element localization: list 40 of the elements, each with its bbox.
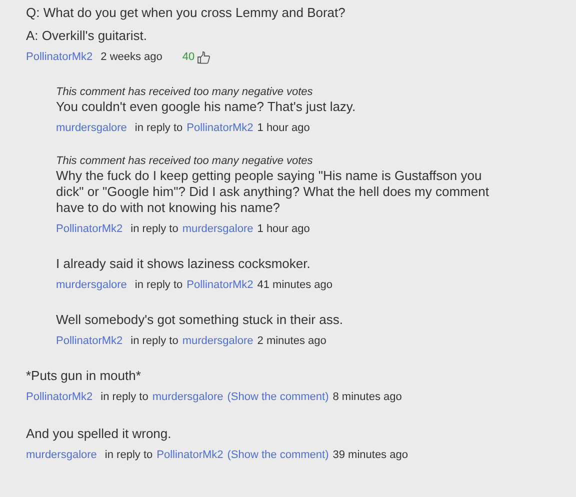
comment-text: You couldn't even google his name? That's just lazy. [56, 99, 357, 115]
reply-label: in reply to [104, 448, 153, 462]
timestamp: 2 minutes ago [257, 334, 326, 348]
timestamp: 39 minutes ago [332, 448, 408, 462]
reply-label: in reply to [130, 334, 178, 348]
reply-label: in reply to [134, 121, 183, 135]
warning-notice: This comment has received too many negative votes [56, 86, 314, 99]
show-comment-link[interactable]: (Show the comment) [227, 448, 329, 462]
username-link[interactable]: murdersgalore [182, 334, 254, 348]
warning-notice: This comment has received too many negative votes [56, 155, 314, 168]
username-link[interactable]: murdersgalore [56, 121, 127, 135]
username-link[interactable]: murdersgalore [56, 278, 127, 292]
reply-label: in reply to [134, 278, 183, 292]
show-comment-link[interactable]: (Show the comment) [227, 390, 329, 404]
timestamp: 41 minutes ago [257, 278, 332, 292]
username-link[interactable]: murdersgalore [26, 448, 97, 462]
thumbs-up-icon[interactable] [196, 50, 210, 64]
username-link[interactable]: PollinatorMk2 [56, 222, 123, 236]
comment-text: Well somebody's got something stuck in their ass. [56, 312, 344, 328]
username-link[interactable]: murdersgalore [182, 222, 254, 236]
timestamp: 8 minutes ago [332, 390, 402, 404]
reply-label: in reply to [130, 222, 178, 236]
comment-text: Q: What do you get when you cross Lemmy and Borat? [26, 5, 346, 21]
timestamp: 1 hour ago [257, 121, 310, 135]
username-link[interactable]: PollinatorMk2 [186, 121, 254, 135]
comment-text: A: Overkill's guitarist. [26, 28, 148, 44]
username-link[interactable]: PollinatorMk2 [26, 390, 93, 404]
comment-text: *Puts gun in mouth* [26, 368, 142, 384]
comment-text: Why the fuck do I keep getting people saying "His name is Gustaffson you dick" or "Google him"? Did I ask anything? What the hell does my comment have to do with not knowing his name? [56, 168, 490, 216]
username-link[interactable]: murdersgalore [152, 390, 224, 404]
username-link[interactable]: PollinatorMk2 [156, 448, 224, 462]
comment-text: And you spelled it wrong. [26, 426, 172, 442]
like-count: 40 [182, 50, 195, 64]
username-link[interactable]: PollinatorMk2 [186, 278, 254, 292]
username-link[interactable]: PollinatorMk2 [26, 50, 93, 64]
timestamp: 2 weeks ago [100, 50, 162, 64]
reply-label: in reply to [100, 390, 148, 404]
timestamp: 1 hour ago [257, 222, 310, 236]
comment-text: I already said it shows laziness cocksmoker. [56, 256, 312, 272]
username-link[interactable]: PollinatorMk2 [56, 334, 123, 348]
